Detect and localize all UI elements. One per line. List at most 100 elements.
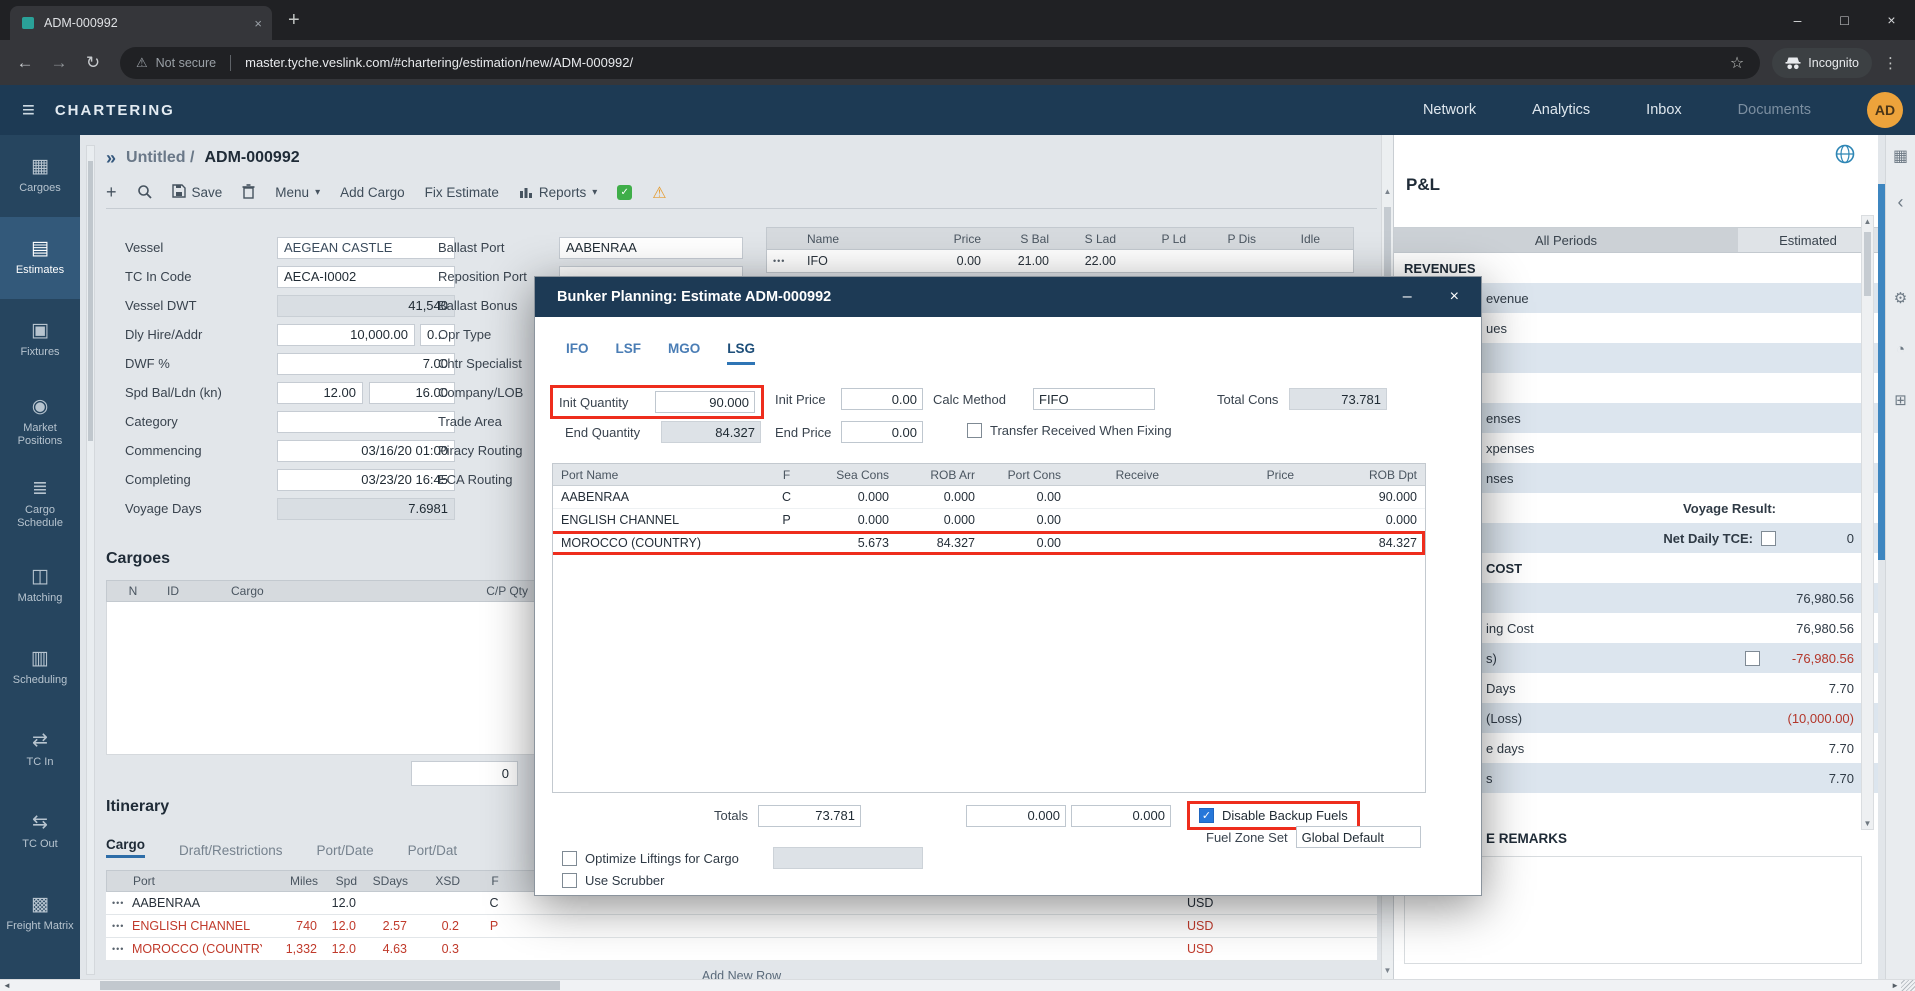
- window-close-button[interactable]: ×: [1868, 0, 1915, 40]
- tab-mgo[interactable]: MGO: [668, 341, 700, 365]
- end-price-field[interactable]: 0.00: [841, 421, 923, 443]
- browser-tab[interactable]: ADM-000992 ×: [10, 6, 272, 40]
- sidebar-item-estimates[interactable]: ▤Estimates: [0, 217, 80, 299]
- itinerary-row[interactable]: ••• ENGLISH CHANNEL 740 12.0 2.57 0.2 P …: [106, 915, 1377, 938]
- header-cell-port-cons[interactable]: Port Cons: [983, 468, 1069, 482]
- dwf-field[interactable]: 7.00: [277, 353, 455, 375]
- disable-backup-fuels-checkbox[interactable]: ✓: [1199, 808, 1214, 823]
- cell-sea-cons[interactable]: 0.000: [805, 513, 897, 527]
- nav-item-documents[interactable]: Documents: [1738, 102, 1811, 118]
- sidebar-item-tc-in[interactable]: ⇄TC In: [0, 709, 80, 791]
- bunker-grid-row-highlighted[interactable]: MOROCCO (COUNTRY) 5.673 84.327 0.00 84.3…: [553, 532, 1425, 555]
- speed-ballast-field[interactable]: 12.00: [277, 382, 363, 404]
- cell-port-cons[interactable]: 0.00: [983, 536, 1069, 550]
- cell-rob-dpt[interactable]: 0.000: [1302, 513, 1425, 527]
- cell-f[interactable]: P: [459, 919, 529, 933]
- browser-menu-icon[interactable]: ⋮: [1876, 54, 1905, 72]
- sidebar-item-market-positions[interactable]: ◉Market Positions: [0, 381, 80, 463]
- nav-item-analytics[interactable]: Analytics: [1532, 102, 1590, 118]
- validated-icon[interactable]: ✓: [617, 185, 632, 200]
- delete-icon[interactable]: [242, 184, 255, 202]
- window-maximize-button[interactable]: □: [1821, 0, 1868, 40]
- tab-lsf[interactable]: LSF: [616, 341, 642, 365]
- scroll-down-icon[interactable]: ▼: [1382, 966, 1393, 975]
- sidebar-item-scheduling[interactable]: ▥Scheduling: [0, 627, 80, 709]
- header-cell-f[interactable]: F: [460, 874, 530, 888]
- init-quantity-field[interactable]: 90.000: [655, 391, 755, 413]
- scroll-left-icon[interactable]: ◄: [3, 980, 11, 991]
- scroll-up-icon[interactable]: ▲: [1382, 187, 1393, 196]
- cell-rob-arr[interactable]: 0.000: [897, 490, 983, 504]
- cell-name[interactable]: IFO: [801, 254, 923, 268]
- header-cell-n[interactable]: N: [107, 584, 159, 598]
- completing-field[interactable]: 03/23/20 16:45: [277, 469, 455, 491]
- cell-port-name[interactable]: ENGLISH CHANNEL: [553, 513, 768, 527]
- bunker-grid-row[interactable]: AABENRAA C 0.000 0.000 0.00 90.000: [553, 486, 1425, 509]
- cell-rob-dpt[interactable]: 90.000: [1302, 490, 1425, 504]
- scrollbar-thumb[interactable]: [1864, 232, 1871, 296]
- header-cell-price[interactable]: Price: [923, 232, 987, 246]
- vessel-field[interactable]: AEGEAN CASTLE: [277, 237, 455, 259]
- cell-slad[interactable]: 22.00: [1055, 254, 1122, 268]
- cell-currency[interactable]: USD: [1187, 938, 1213, 960]
- globe-icon[interactable]: [1834, 143, 1856, 168]
- pnl-scrollbar[interactable]: ▲ ▼: [1861, 215, 1874, 830]
- cell-price[interactable]: 0.00: [923, 254, 987, 268]
- url-text[interactable]: master.tyche.veslink.com/#chartering/est…: [245, 55, 633, 70]
- tc-in-code-field[interactable]: AECA-I0002: [277, 266, 455, 288]
- row-handle-icon[interactable]: •••: [106, 921, 132, 931]
- header-cell-xsd[interactable]: XSD: [408, 874, 460, 888]
- cell-port-cons[interactable]: 0.00: [983, 513, 1069, 527]
- header-cell-sbal[interactable]: S Bal: [987, 232, 1055, 246]
- header-cell-sea-cons[interactable]: Sea Cons: [805, 468, 897, 482]
- modal-close-button[interactable]: ×: [1450, 288, 1459, 306]
- header-cell-spd[interactable]: Spd: [318, 874, 357, 888]
- optimize-liftings-field[interactable]: [773, 847, 923, 869]
- header-cell-receive[interactable]: Receive: [1069, 468, 1167, 482]
- tab-lsg[interactable]: LSG: [727, 341, 755, 365]
- scrollbar-thumb[interactable]: [100, 981, 560, 990]
- cell-sea-cons[interactable]: 5.673: [805, 536, 897, 550]
- commencing-field[interactable]: 03/16/20 01:00: [277, 440, 455, 462]
- cell-port[interactable]: AABENRAA: [132, 896, 262, 910]
- transfer-received-checkbox[interactable]: [967, 423, 982, 438]
- cell-spd[interactable]: 12.0: [317, 896, 356, 910]
- panel-splitter[interactable]: [1878, 184, 1885, 560]
- reports-button[interactable]: Reports ▾: [519, 185, 597, 201]
- row-handle-icon[interactable]: •••: [767, 256, 801, 266]
- fuel-grid-row[interactable]: ••• IFO 0.00 21.00 22.00: [766, 250, 1354, 273]
- cell-miles[interactable]: 740: [262, 919, 317, 933]
- row-handle-icon[interactable]: •••: [106, 898, 132, 908]
- ballast-port-field[interactable]: AABENRAA: [559, 237, 743, 259]
- cell-sdays[interactable]: 2.57: [356, 919, 407, 933]
- search-icon[interactable]: [137, 184, 152, 202]
- pnl-col-estimated[interactable]: Estimated: [1738, 228, 1878, 252]
- cell-miles[interactable]: 1,332: [262, 942, 317, 956]
- header-cell-rob-arr[interactable]: ROB Arr: [897, 468, 983, 482]
- cell-sea-cons[interactable]: 0.000: [805, 490, 897, 504]
- sidebar-item-freight-matrix[interactable]: ▩Freight Matrix: [0, 873, 80, 955]
- sidebar-item-matching[interactable]: ◫Matching: [0, 545, 80, 627]
- cell-port-name[interactable]: MOROCCO (COUNTRY): [553, 536, 768, 550]
- header-cell-port-name[interactable]: Port Name: [553, 468, 768, 482]
- reload-icon[interactable]: ↻: [78, 48, 108, 78]
- cell-rob-arr[interactable]: 84.327: [897, 536, 983, 550]
- cell-spd[interactable]: 12.0: [317, 919, 356, 933]
- dly-hire-field[interactable]: 10,000.00: [277, 324, 415, 346]
- grid-view-icon[interactable]: ▦: [1893, 149, 1908, 165]
- header-cell-port[interactable]: Port: [133, 874, 263, 888]
- nav-item-network[interactable]: Network: [1423, 102, 1476, 118]
- header-cell-cpqty[interactable]: C/P Qty: [463, 584, 528, 598]
- header-cell-pld[interactable]: P Ld: [1122, 232, 1192, 246]
- save-button[interactable]: Save: [172, 184, 223, 201]
- tab-port-date[interactable]: Port/Date: [317, 843, 374, 858]
- calc-method-field[interactable]: FIFO: [1033, 388, 1155, 410]
- gear-icon[interactable]: ⚙: [1894, 291, 1907, 306]
- tab-port-date-2[interactable]: Port/Dat: [408, 843, 458, 858]
- add-new-row-button[interactable]: Add New Row: [106, 969, 1377, 979]
- row-handle-icon[interactable]: •••: [106, 944, 132, 954]
- header-cell-pdis[interactable]: P Dis: [1192, 232, 1262, 246]
- header-cell-slad[interactable]: S Lad: [1055, 232, 1122, 246]
- forward-icon[interactable]: →: [44, 48, 74, 78]
- cell-currency[interactable]: USD: [1187, 915, 1213, 937]
